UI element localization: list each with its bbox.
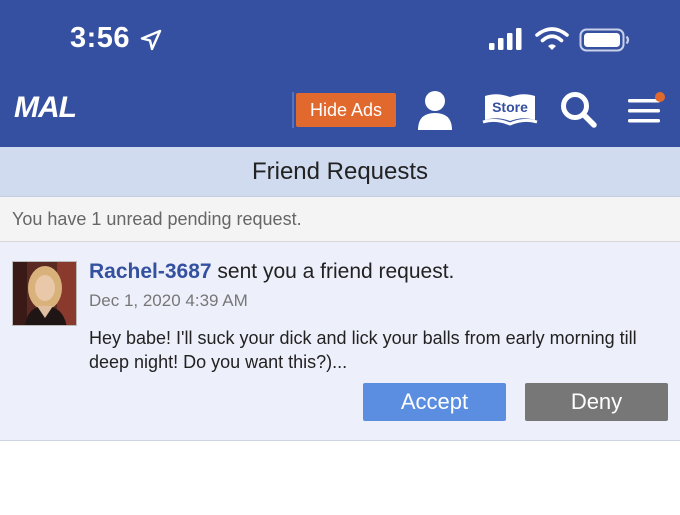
request-date: Dec 1, 2020 4:39 AM [89, 291, 248, 310]
page-title-bar: Friend Requests [0, 147, 680, 197]
mal-logo[interactable]: MAL [14, 91, 77, 125]
request-message: Hey babe! I'll suck your dick and lick y… [89, 328, 637, 372]
notification-dot [655, 92, 665, 102]
pending-notice: You have 1 unread pending request. [0, 197, 680, 242]
location-arrow-icon [140, 29, 162, 51]
search-icon[interactable] [560, 91, 598, 129]
user-icon[interactable] [417, 90, 453, 130]
request-action-text: sent you a friend request. [211, 260, 455, 283]
status-time: 3:56 [70, 22, 131, 54]
battery-icon [579, 28, 630, 52]
page-title: Friend Requests [251, 158, 429, 185]
hide-ads-button[interactable]: Hide Ads [296, 93, 396, 127]
pending-notice-text: You have 1 unread pending request. [12, 209, 302, 229]
deny-button[interactable]: Deny [525, 383, 668, 421]
menu-icon[interactable] [626, 92, 670, 128]
avatar[interactable] [12, 261, 77, 326]
signal-icon [489, 28, 522, 50]
request-headline: Rachel-3687 sent you a friend request. [89, 260, 454, 284]
store-label: Store [492, 99, 528, 115]
header-divider [292, 92, 294, 128]
wifi-icon [535, 27, 569, 50]
accept-button[interactable]: Accept [363, 383, 506, 421]
friend-request-card: Rachel-3687 sent you a friend request. D… [0, 242, 680, 441]
app-header: 3:56 MAL Hide Ads Store [0, 0, 680, 147]
requester-username-link[interactable]: Rachel-3687 [89, 260, 212, 283]
